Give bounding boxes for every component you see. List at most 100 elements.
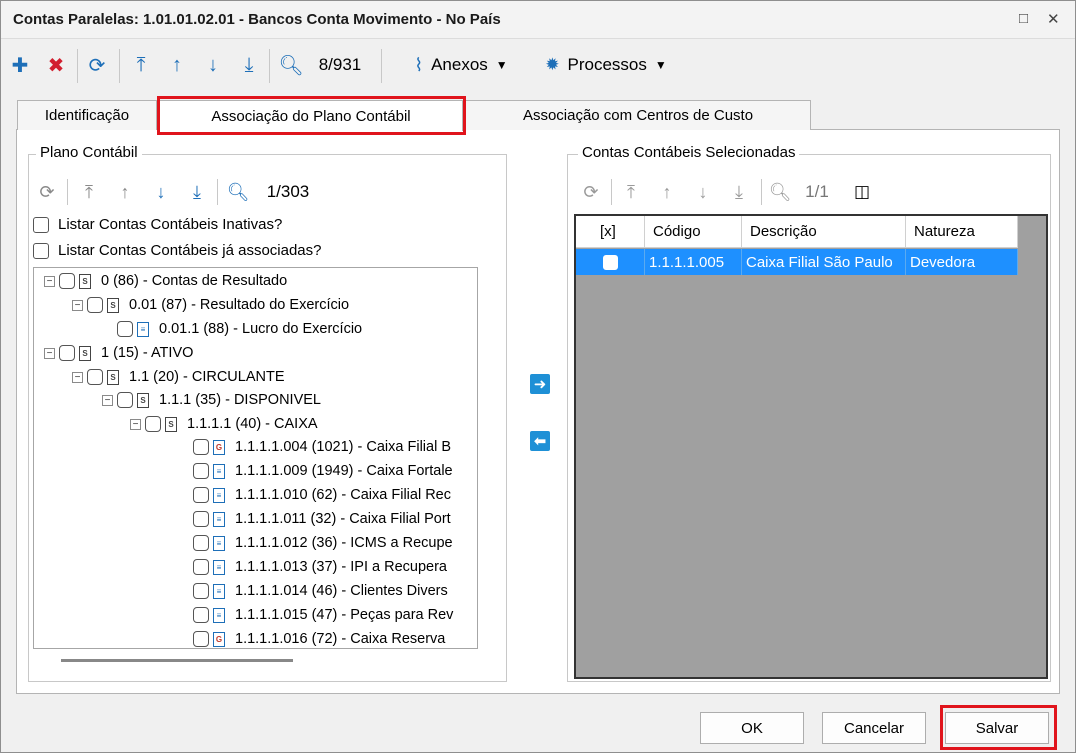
columns-icon[interactable]: ◫ [851, 179, 873, 205]
tree-node[interactable]: − S 0.01 (87) - Resultado do Exercício [72, 294, 349, 316]
selected-accounts-title: Contas Contábeis Selecionadas [578, 144, 800, 161]
tree-node[interactable]: ≡ 1.1.1.1.013 (37) - IPI a Recupera [178, 556, 447, 578]
previous-record-icon[interactable]: ↑ [115, 179, 135, 205]
row-description-cell[interactable]: Caixa Filial São Paulo [742, 249, 906, 275]
tree-node-checkbox[interactable] [145, 416, 161, 432]
next-record-icon[interactable]: ↓ [693, 179, 713, 205]
refresh-icon[interactable]: ⟳ [37, 179, 57, 205]
tree-node-checkbox[interactable] [193, 607, 209, 623]
tree-node[interactable]: G 1.1.1.1.004 (1021) - Caixa Filial B [178, 436, 451, 458]
tree-node[interactable]: − S 1 (15) - ATIVO [44, 342, 193, 364]
row-checkbox[interactable] [602, 254, 618, 270]
column-header-select[interactable]: [x] [576, 216, 645, 248]
tree-node[interactable]: − S 0 (86) - Contas de Resultado [44, 270, 287, 292]
group-account-icon: G [213, 439, 225, 455]
tree-node-checkbox[interactable] [87, 297, 103, 313]
tree-node[interactable]: ≡ 1.1.1.1.014 (46) - Clientes Divers [178, 580, 448, 602]
column-header-code[interactable]: Código [645, 216, 742, 248]
collapse-icon[interactable]: − [44, 275, 55, 287]
previous-record-icon[interactable]: ↑ [165, 51, 189, 79]
tree-node[interactable]: − S 1.1.1 (35) - DISPONIVEL [102, 389, 321, 411]
list-associated-checkbox[interactable] [33, 242, 49, 259]
next-record-icon[interactable]: ↓ [201, 51, 225, 79]
synthetic-account-icon: S [107, 297, 119, 313]
row-code-cell[interactable]: 1.1.1.1.005 [645, 249, 742, 275]
last-record-icon[interactable]: ⤓ [729, 179, 749, 205]
toolbar-separator [381, 49, 382, 83]
tree-node[interactable]: ≡ 1.1.1.1.009 (1949) - Caixa Fortale [178, 460, 453, 482]
tree-node-checkbox[interactable] [87, 369, 103, 385]
tree-node[interactable]: ≡ 1.1.1.1.011 (32) - Caixa Filial Port [178, 508, 451, 530]
remove-selected-arrow-icon[interactable]: ⬅ [530, 431, 550, 451]
account-tree[interactable]: − S 0 (86) - Contas de Resultado − S 0.01 (87… [33, 267, 478, 649]
collapse-icon[interactable]: − [72, 299, 83, 311]
tree-node[interactable]: ≡ 1.1.1.1.010 (62) - Caixa Filial Rec [178, 484, 451, 506]
maximize-icon[interactable]: □ [1019, 10, 1028, 27]
last-record-icon[interactable]: ⤓ [237, 51, 261, 79]
tree-node-checkbox[interactable] [193, 511, 209, 527]
tab-identificacao[interactable]: Identificação [17, 100, 157, 130]
selected-accounts-grid[interactable]: [x] Código Descrição Natureza 1.1.1.1.00… [574, 214, 1048, 679]
add-selected-arrow-icon[interactable]: ➜ [530, 374, 550, 394]
tree-node-label: 1.1.1.1.010 (62) - Caixa Filial Rec [235, 487, 451, 503]
first-record-icon[interactable]: ⤒ [129, 51, 153, 79]
tree-node[interactable]: ≡ 1.1.1.1.015 (47) - Peças para Rev [178, 604, 453, 626]
tree-node[interactable]: − S 1.1.1.1 (40) - CAIXA [130, 413, 318, 435]
collapse-icon[interactable]: − [102, 394, 113, 406]
tree-node[interactable]: ≡ 0.01.1 (88) - Lucro do Exercício [102, 318, 362, 340]
collapse-icon[interactable]: − [72, 371, 83, 383]
tree-node-label: 0.01.1 (88) - Lucro do Exercício [159, 321, 363, 337]
add-icon[interactable]: ✚ [9, 51, 31, 79]
search-icon[interactable]: 🔍︎ [227, 179, 250, 205]
option-list-associated[interactable]: Listar Contas Contábeis já associadas? [33, 242, 321, 259]
row-select-cell[interactable] [576, 249, 645, 275]
document-icon: ≡ [213, 583, 225, 599]
column-header-description[interactable]: Descrição [742, 216, 906, 248]
tree-node[interactable]: G 1.1.1.1.016 (72) - Caixa Reserva [178, 628, 445, 648]
next-record-icon[interactable]: ↓ [151, 179, 171, 205]
tree-node-checkbox[interactable] [193, 583, 209, 599]
delete-icon[interactable]: ✖ [45, 51, 67, 79]
row-nature-cell[interactable]: Devedora [906, 249, 1018, 275]
collapse-icon[interactable]: − [44, 347, 55, 359]
first-record-icon[interactable]: ⤒ [79, 179, 99, 205]
tree-node-checkbox[interactable] [117, 392, 133, 408]
option-list-inactive[interactable]: Listar Contas Contábeis Inativas? [33, 216, 282, 233]
processes-button[interactable]: ✹ Processos ▼ [533, 51, 679, 79]
refresh-icon[interactable]: ⟳ [581, 179, 601, 205]
tree-node-checkbox[interactable] [193, 631, 209, 647]
toolbar-separator [217, 179, 218, 205]
tree-node-checkbox[interactable] [59, 273, 75, 289]
close-icon[interactable]: ✕ [1047, 10, 1060, 28]
search-icon[interactable]: 🔍︎ [769, 179, 792, 205]
tree-node-checkbox[interactable] [193, 487, 209, 503]
tree-node-label: 1.1.1.1.004 (1021) - Caixa Filial B [235, 439, 451, 455]
refresh-icon[interactable]: ⟳ [85, 51, 109, 79]
list-inactive-checkbox[interactable] [33, 216, 49, 233]
collapse-icon[interactable]: − [130, 418, 141, 430]
tree-node-checkbox[interactable] [193, 535, 209, 551]
column-header-nature[interactable]: Natureza [906, 216, 1018, 248]
tree-node[interactable]: ≡ 1.1.1.1.012 (36) - ICMS a Recupe [178, 532, 453, 554]
tab-associacao-centros-custo[interactable]: Associação com Centros de Custo [465, 100, 811, 130]
highlight-box [157, 96, 466, 135]
search-icon[interactable]: 🔍︎ [278, 51, 303, 79]
last-record-icon[interactable]: ⤓ [187, 179, 207, 205]
document-icon: ≡ [213, 607, 225, 623]
paperclip-icon: ⌇ [414, 54, 424, 75]
attachments-button[interactable]: ⌇ Anexos ▼ [399, 51, 523, 79]
horizontal-scrollbar[interactable] [61, 659, 293, 662]
first-record-icon[interactable]: ⤒ [621, 179, 641, 205]
cancel-button[interactable]: Cancelar [822, 712, 926, 744]
tree-node-checkbox[interactable] [193, 439, 209, 455]
tree-node[interactable]: − S 1.1 (20) - CIRCULANTE [72, 366, 285, 388]
tree-node-checkbox[interactable] [117, 321, 133, 337]
tree-node-label: 1.1.1.1.015 (47) - Peças para Rev [235, 607, 454, 623]
tree-node-checkbox[interactable] [193, 463, 209, 479]
toolbar-separator [611, 179, 612, 205]
dialog-window: Contas Paralelas: 1.01.01.02.01 - Bancos… [0, 0, 1076, 753]
tree-node-checkbox[interactable] [59, 345, 75, 361]
tree-node-checkbox[interactable] [193, 559, 209, 575]
ok-button[interactable]: OK [700, 712, 804, 744]
previous-record-icon[interactable]: ↑ [657, 179, 677, 205]
